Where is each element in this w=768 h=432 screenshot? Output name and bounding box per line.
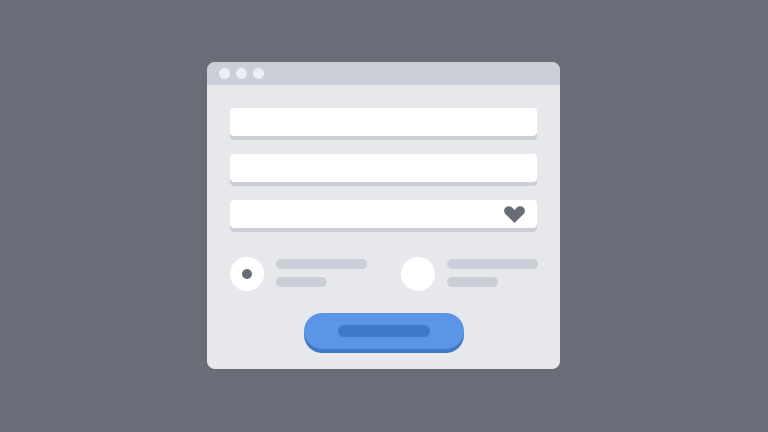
option-1-label-line — [276, 259, 367, 269]
radio-option-2[interactable] — [401, 257, 435, 291]
option-1-sublabel-line — [276, 277, 327, 287]
radio-option-1[interactable] — [230, 257, 264, 291]
submit-button[interactable] — [304, 313, 464, 349]
stage — [0, 0, 768, 432]
radio-selected-dot — [242, 269, 252, 279]
window-close-dot[interactable] — [219, 68, 230, 79]
option-2-label-line — [447, 259, 538, 269]
text-input-2[interactable] — [230, 154, 537, 182]
window-maximize-dot[interactable] — [253, 68, 264, 79]
submit-button-label — [338, 325, 430, 337]
text-input-1[interactable] — [230, 108, 537, 136]
heart-icon[interactable] — [503, 206, 526, 223]
text-input-3[interactable] — [230, 200, 537, 228]
title-bar — [207, 62, 560, 85]
form-window — [207, 62, 560, 369]
option-2-sublabel-line — [447, 277, 498, 287]
window-minimize-dot[interactable] — [236, 68, 247, 79]
